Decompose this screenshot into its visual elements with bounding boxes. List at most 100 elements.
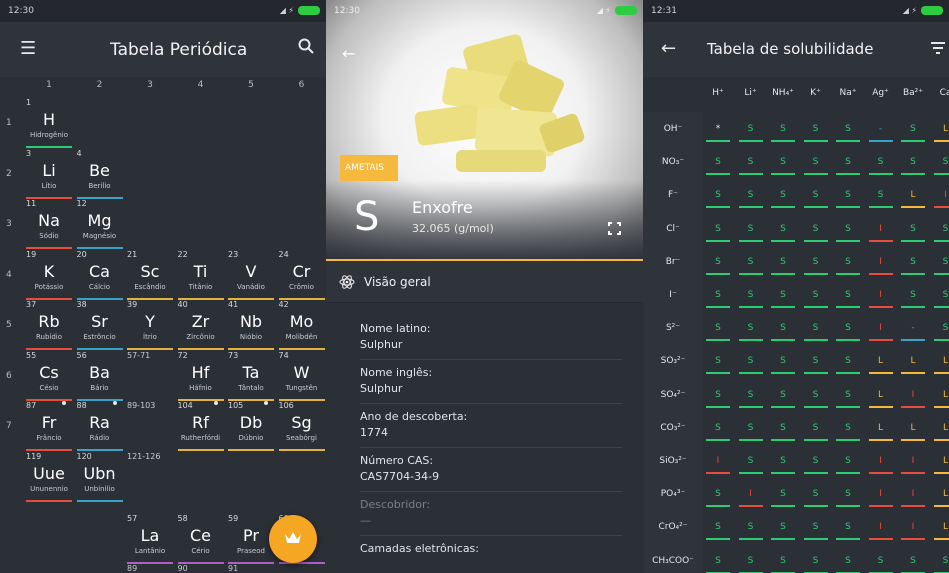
solubility-cell[interactable]: I bbox=[703, 456, 733, 474]
element-cell-sc[interactable]: 21 Sc Escândio bbox=[125, 250, 175, 302]
solubility-cell[interactable]: I bbox=[866, 290, 896, 308]
solubility-cell[interactable]: S bbox=[736, 556, 766, 573]
solubility-cell[interactable]: I bbox=[898, 456, 928, 474]
solubility-cell[interactable]: * bbox=[703, 124, 733, 142]
solubility-cell[interactable]: S bbox=[768, 190, 798, 209]
solubility-cell[interactable]: S bbox=[833, 489, 863, 508]
solubility-cell[interactable]: S bbox=[833, 556, 863, 573]
solubility-cell[interactable]: S bbox=[931, 556, 949, 573]
solubility-cell[interactable]: S bbox=[768, 157, 798, 176]
solubility-cell[interactable]: L bbox=[931, 423, 949, 441]
solubility-cell[interactable]: S bbox=[768, 489, 798, 508]
solubility-cell[interactable]: S bbox=[833, 390, 863, 408]
search-icon[interactable] bbox=[298, 38, 314, 59]
solubility-cell[interactable]: S bbox=[768, 124, 798, 142]
element-cell-uue[interactable]: 119 Uue Ununennio bbox=[24, 452, 74, 504]
solubility-cell[interactable]: S bbox=[736, 124, 766, 142]
back-arrow-icon[interactable]: ← bbox=[661, 38, 676, 59]
solubility-cell[interactable]: I bbox=[931, 190, 949, 209]
solubility-cell[interactable]: S bbox=[736, 323, 766, 342]
solubility-cell[interactable]: S bbox=[801, 323, 831, 342]
element-cell-y[interactable]: 39 Y Ítrio bbox=[125, 300, 175, 352]
solubility-cell[interactable]: S bbox=[833, 124, 863, 142]
solubility-cell[interactable]: S bbox=[736, 257, 766, 275]
solubility-cell[interactable]: S bbox=[768, 257, 798, 275]
solubility-cell[interactable]: S bbox=[801, 124, 831, 142]
solubility-cell[interactable]: S bbox=[768, 423, 798, 441]
solubility-cell[interactable]: S bbox=[801, 522, 831, 541]
solubility-cell[interactable]: S bbox=[931, 323, 949, 342]
solubility-cell[interactable]: S bbox=[833, 356, 863, 375]
solubility-cell[interactable]: S bbox=[768, 290, 798, 308]
solubility-cell[interactable]: L bbox=[931, 522, 949, 541]
solubility-cell[interactable]: S bbox=[833, 323, 863, 342]
element-cell-na[interactable]: 11 Na Sódio bbox=[24, 199, 74, 251]
element-cell-v[interactable]: 23 V Vanádio bbox=[226, 250, 276, 302]
element-cell-rf[interactable]: 104 Rf Rutherfórdi bbox=[176, 401, 226, 453]
solubility-cell[interactable]: S bbox=[898, 257, 928, 275]
solubility-cell[interactable]: S bbox=[833, 423, 863, 441]
element-cell-db[interactable]: 105 Db Dúbnio bbox=[226, 401, 276, 453]
solubility-cell[interactable]: S bbox=[898, 224, 928, 242]
solubility-cell[interactable]: S bbox=[801, 423, 831, 441]
solubility-cell[interactable]: L bbox=[931, 489, 949, 508]
solubility-cell[interactable]: S bbox=[898, 157, 928, 176]
element-cell-be[interactable]: 4 Be Berílio bbox=[75, 149, 125, 201]
solubility-cell[interactable]: S bbox=[768, 522, 798, 541]
solubility-cell[interactable]: L bbox=[931, 390, 949, 408]
solubility-cell[interactable]: S bbox=[801, 290, 831, 308]
solubility-cell[interactable]: S bbox=[736, 290, 766, 308]
element-cell-la[interactable]: 57 La Lantânio bbox=[125, 514, 175, 566]
solubility-cell[interactable]: L bbox=[931, 124, 949, 142]
solubility-cell[interactable]: S bbox=[703, 257, 733, 275]
solubility-cell[interactable]: L bbox=[866, 356, 896, 375]
solubility-cell[interactable]: S bbox=[931, 257, 949, 275]
solubility-cell[interactable]: S bbox=[703, 224, 733, 242]
element-cell-ubn[interactable]: 120 Ubn Unbinilio bbox=[75, 452, 125, 504]
solubility-cell[interactable]: L bbox=[866, 423, 896, 441]
element-cell-rb[interactable]: 37 Rb Rubídio bbox=[24, 300, 74, 352]
element-cell-zr[interactable]: 40 Zr Zircônio bbox=[176, 300, 226, 352]
solubility-cell[interactable]: S bbox=[801, 157, 831, 176]
solubility-cell[interactable]: S bbox=[736, 157, 766, 176]
element-cell-ca[interactable]: 20 Ca Cálcio bbox=[75, 250, 125, 302]
element-cell-cs[interactable]: 55 Cs Césio bbox=[24, 351, 74, 403]
solubility-cell[interactable]: S bbox=[801, 257, 831, 275]
solubility-cell[interactable]: I bbox=[866, 522, 896, 541]
solubility-cell[interactable]: L bbox=[931, 356, 949, 375]
solubility-cell[interactable]: S bbox=[768, 556, 798, 573]
solubility-cell[interactable]: S bbox=[801, 456, 831, 474]
solubility-cell[interactable]: S bbox=[768, 356, 798, 375]
element-cell-w[interactable]: 74 W Tungstên bbox=[277, 351, 327, 403]
solubility-cell[interactable]: S bbox=[768, 323, 798, 342]
solubility-cell[interactable]: S bbox=[703, 489, 733, 508]
solubility-cell[interactable]: S bbox=[736, 456, 766, 474]
solubility-cell[interactable]: S bbox=[703, 356, 733, 375]
menu-icon[interactable]: ☰ bbox=[20, 38, 36, 59]
solubility-cell[interactable]: S bbox=[833, 522, 863, 541]
solubility-cell[interactable]: S bbox=[833, 157, 863, 176]
solubility-cell[interactable]: S bbox=[703, 522, 733, 541]
solubility-cell[interactable]: S bbox=[703, 423, 733, 441]
solubility-cell[interactable]: - bbox=[866, 124, 896, 142]
fullscreen-icon[interactable] bbox=[608, 222, 621, 239]
solubility-cell[interactable]: S bbox=[931, 157, 949, 176]
solubility-cell[interactable]: S bbox=[736, 390, 766, 408]
solubility-cell[interactable]: S bbox=[833, 456, 863, 474]
solubility-cell[interactable]: I bbox=[866, 224, 896, 242]
solubility-cell[interactable]: S bbox=[703, 157, 733, 176]
element-cell-hf[interactable]: 72 Hf Háfnio bbox=[176, 351, 226, 403]
solubility-cell[interactable]: I bbox=[898, 390, 928, 408]
solubility-cell[interactable]: S bbox=[736, 423, 766, 441]
solubility-cell[interactable]: I bbox=[866, 456, 896, 474]
solubility-cell[interactable]: I bbox=[866, 489, 896, 508]
solubility-cell[interactable]: S bbox=[703, 556, 733, 573]
element-cell-fr[interactable]: 87 Fr Frâncio bbox=[24, 401, 74, 453]
solubility-cell[interactable]: S bbox=[833, 257, 863, 275]
element-cell-k[interactable]: 19 K Potássio bbox=[24, 250, 74, 302]
solubility-cell[interactable]: S bbox=[703, 190, 733, 209]
solubility-cell[interactable]: L bbox=[898, 190, 928, 209]
solubility-cell[interactable]: S bbox=[736, 522, 766, 541]
premium-fab-button[interactable] bbox=[269, 515, 317, 563]
solubility-cell[interactable]: S bbox=[801, 224, 831, 242]
